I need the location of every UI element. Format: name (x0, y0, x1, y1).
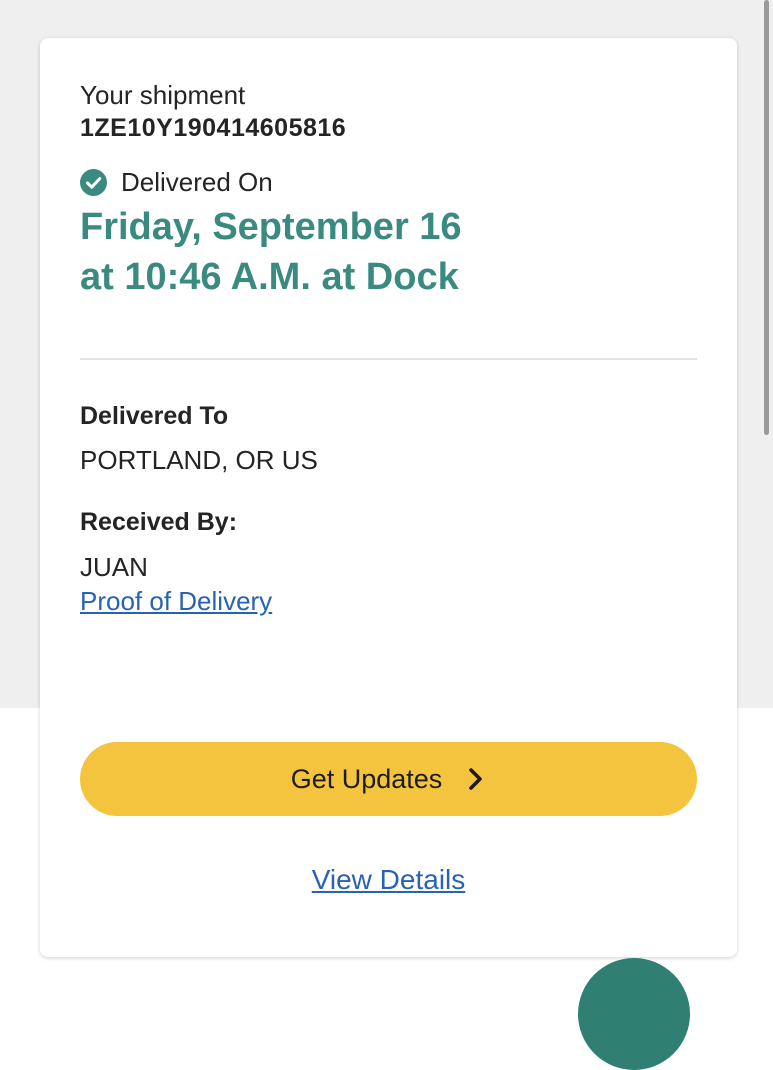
floating-action-button[interactable] (578, 958, 690, 1070)
scrollbar[interactable] (764, 0, 769, 435)
delivered-to-value: PORTLAND, OR US (80, 445, 318, 475)
delivery-date: Friday, September 16 at 10:46 A.M. at Do… (80, 202, 462, 302)
get-updates-button[interactable]: Get Updates (80, 742, 697, 816)
get-updates-label: Get Updates (290, 763, 443, 794)
received-by-value: JUAN (80, 552, 148, 582)
chevron-right-icon (464, 766, 486, 792)
tracking-number: 1ZE10Y190414605816 (80, 114, 347, 142)
view-details-link[interactable]: View Details (40, 864, 737, 896)
received-by-heading: Received By: (80, 508, 238, 536)
shipment-card: Your shipment 1ZE10Y190414605816 Deliver… (40, 38, 737, 957)
status-label: Delivered On (121, 166, 273, 197)
delivered-to-heading: Delivered To (80, 402, 229, 430)
check-circle-icon (80, 168, 107, 196)
delivery-status: Delivered On (80, 166, 273, 198)
delivery-date-line-1: Friday, September 16 (80, 206, 462, 248)
shipment-label: Your shipment (80, 80, 246, 110)
proof-of-delivery-link[interactable]: Proof of Delivery (80, 586, 272, 617)
delivery-date-line-2: at 10:46 A.M. at Dock (80, 256, 459, 298)
divider (80, 358, 697, 360)
